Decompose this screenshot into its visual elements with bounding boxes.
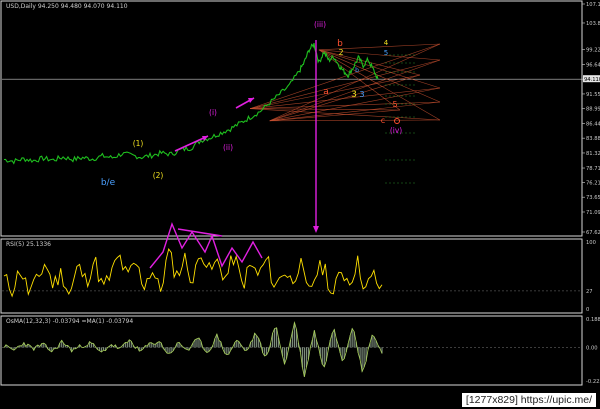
current-price-label: 94.110 <box>584 77 600 83</box>
rsi-series <box>2 221 582 298</box>
wave-label-1: (1) <box>133 139 144 148</box>
price-tick-label: 76.210 <box>586 180 600 186</box>
wave-label-5: 5 <box>384 49 388 57</box>
price-tick-label: 88.998 <box>586 107 600 113</box>
panel-frame-2 <box>0 315 583 386</box>
wave-label-3: 3 <box>351 90 357 100</box>
wave-label-3: 3 <box>359 90 364 99</box>
rsi-tick-label: 0 <box>586 307 589 313</box>
wave-label-be: b/e <box>101 178 116 188</box>
wave-label-c: c <box>381 116 385 125</box>
rsi-header: RSI(5) 25.1336 <box>6 241 51 248</box>
fan-line <box>269 119 441 122</box>
price-tick-label: 81.322 <box>586 151 600 157</box>
wave-label-iv: (iv) <box>390 126 402 135</box>
macd-line <box>3 321 383 377</box>
macd-header: OsMA(12,32,3) -0.03794 =MA(1) -0.03794 <box>6 318 134 325</box>
wave-label-4: 4 <box>384 39 389 47</box>
fan-line <box>318 49 441 103</box>
panel-frame-1 <box>0 238 583 314</box>
wave-label-2: (2) <box>153 171 164 180</box>
rsi-divergence-line <box>149 221 263 269</box>
fan-line <box>249 59 441 109</box>
symbol-header: USD,Daily 94.250 94.480 94.070 94.110 <box>6 3 128 10</box>
price-tick-label: 91.552 <box>586 92 600 98</box>
price-tick-label: 86.440 <box>586 121 600 127</box>
macd-series <box>2 321 582 377</box>
fan-line <box>249 43 441 109</box>
price-tick-label: 71.090 <box>586 210 600 216</box>
price-tick-label: 73.651 <box>586 195 600 201</box>
wave-label-b: b <box>355 67 359 74</box>
panel-frames <box>0 0 583 386</box>
macd-tick-label: 0.00 <box>586 345 598 351</box>
price-series <box>3 42 379 165</box>
wave-annotations: (1)(2)b/e(i)(ii)(iii)(iv)abc23455b3 <box>101 20 402 233</box>
price-tick-label: 78.710 <box>586 166 600 172</box>
rsi-tick-label: 100 <box>586 240 596 246</box>
target-marker <box>394 118 400 124</box>
price-tick-label: 96.646 <box>586 63 600 69</box>
price-tick-label: 83.880 <box>586 136 600 142</box>
fan-line <box>318 49 441 89</box>
chart-canvas: (1)(2)b/e(i)(ii)(iii)(iv)abc23455b3 107.… <box>0 0 600 386</box>
rsi-divergence-arrow <box>177 228 223 237</box>
fan-lines <box>249 43 441 184</box>
fan-line <box>318 49 441 61</box>
watermark-label: [1277x829] https://upic.me/ <box>461 393 596 407</box>
wave-label-ii: (ii) <box>223 143 233 152</box>
macd-tick-label: 0.18843 <box>586 317 600 323</box>
price-tick-label: 103.850 <box>586 21 600 27</box>
wave-label-5: 5 <box>392 100 397 109</box>
down-arrow-head <box>313 226 319 233</box>
axis-labels: 107.140 103.850 99.225 96.646 94.110 91.552 88… <box>584 2 600 385</box>
wave-label-a: a <box>323 87 329 97</box>
price-tick-label: 107.140 <box>586 2 600 8</box>
price-tick-label: 67.623 <box>586 230 600 236</box>
wave-label-2: 2 <box>338 48 343 57</box>
wave-label-iii: (iii) <box>314 20 326 29</box>
price-line <box>3 42 379 165</box>
rsi-line <box>3 247 383 298</box>
wave-label-i: (i) <box>209 108 217 117</box>
macd-tick-label: -0.22312 <box>586 379 600 385</box>
price-tick-label: 99.225 <box>586 48 600 54</box>
rsi-tick-label: 27 <box>586 289 593 295</box>
